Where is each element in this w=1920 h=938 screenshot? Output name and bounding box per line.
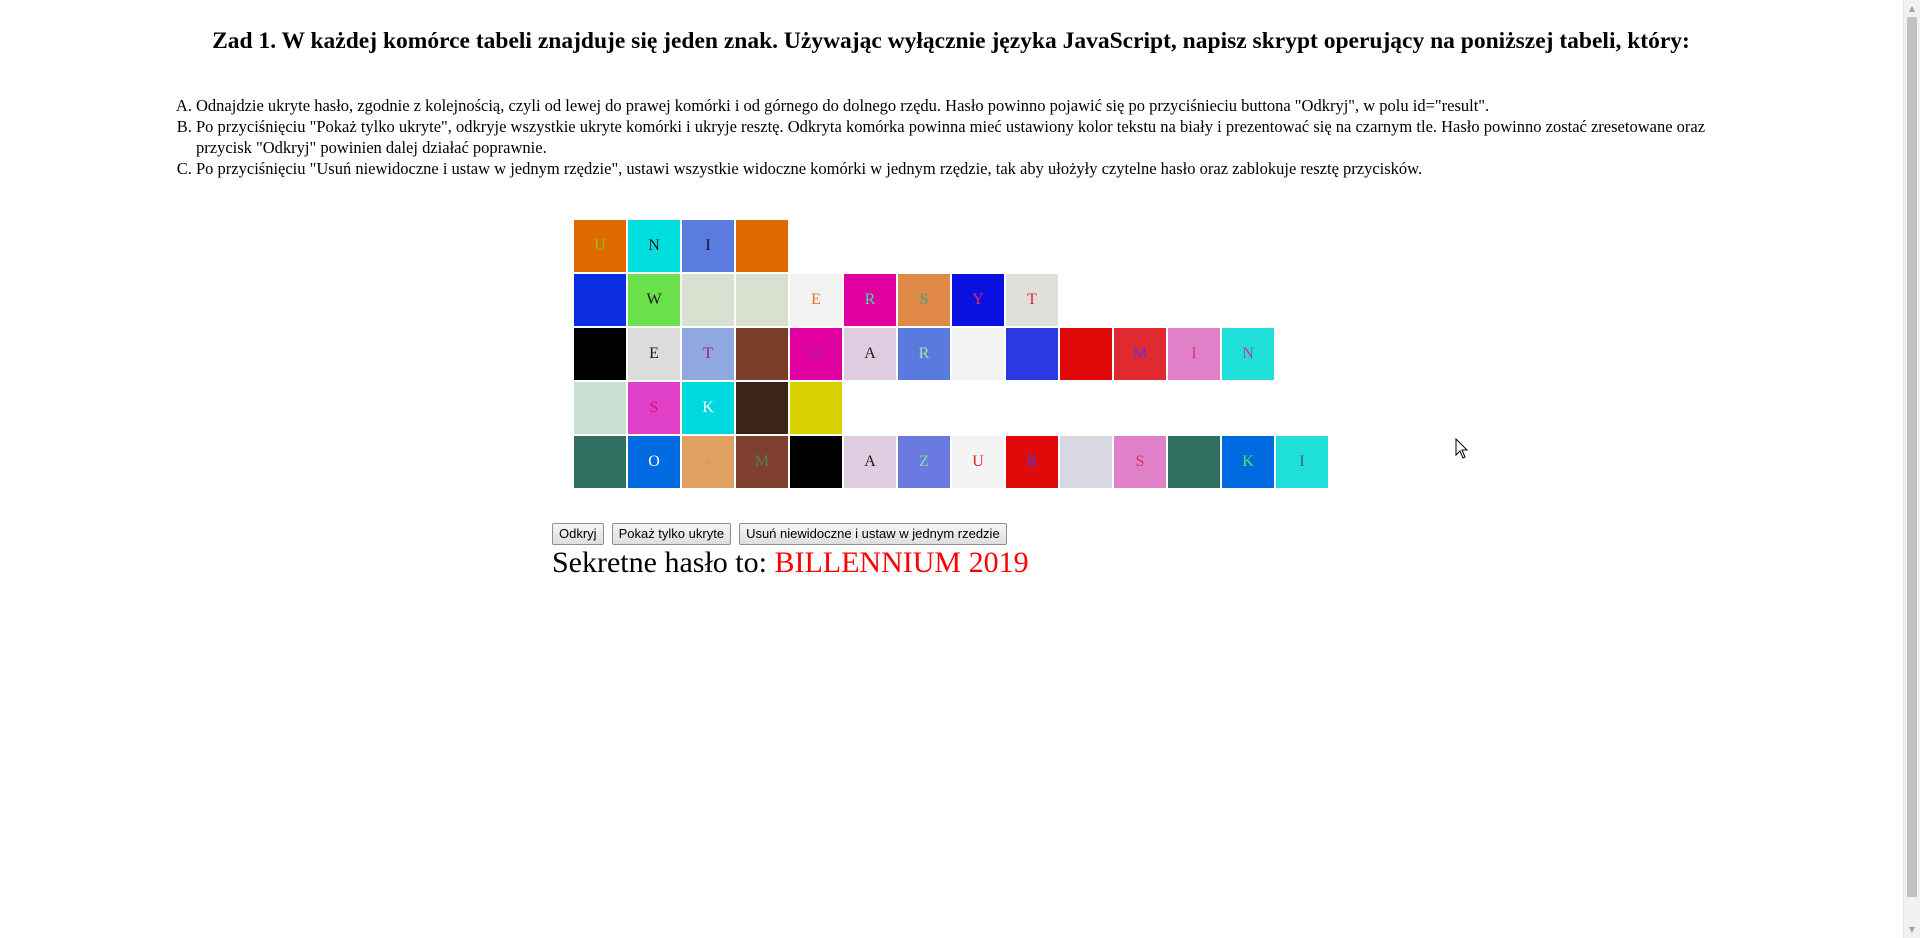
table-cell bbox=[574, 328, 626, 380]
table-cell: W bbox=[790, 328, 842, 380]
table-cell: R bbox=[1006, 436, 1058, 488]
table-cell: M bbox=[736, 436, 788, 488]
remove-invisible-button[interactable]: Usuń niewidoczne i ustaw w jednym rzedzi… bbox=[739, 523, 1007, 545]
result-value: BILLENNIUM 2019 bbox=[774, 546, 1029, 579]
table-cell bbox=[1060, 328, 1112, 380]
table-cell: E bbox=[790, 274, 842, 326]
table-cell: - bbox=[682, 436, 734, 488]
table-cell bbox=[574, 436, 626, 488]
table-cell: U bbox=[952, 436, 1004, 488]
table-row: O-M AZUR S KI bbox=[574, 436, 1330, 488]
table-cell: W bbox=[628, 274, 680, 326]
instruction-a: Odnajdzie ukryte hasło, zgodnie z kolejn… bbox=[196, 95, 1716, 116]
vertical-scrollbar[interactable]: ▲ ▼ bbox=[1903, 0, 1920, 938]
table-row: UNI bbox=[574, 220, 1330, 272]
table-cell: M bbox=[1114, 328, 1166, 380]
table-cell: I bbox=[682, 220, 734, 272]
result-line: Sekretne hasło to: BILLENNIUM 2019 bbox=[552, 545, 1029, 581]
table-cell: A bbox=[844, 328, 896, 380]
table-cell: I bbox=[1168, 328, 1220, 380]
table-cell: S bbox=[1114, 436, 1166, 488]
page: Zad 1. W każdej komórce tabeli znajduje … bbox=[0, 0, 1920, 938]
table-cell: R bbox=[898, 328, 950, 380]
mouse-cursor-icon bbox=[1455, 437, 1469, 465]
table-cell bbox=[574, 274, 626, 326]
instructions-list: Odnajdzie ukryte hasło, zgodnie z kolejn… bbox=[152, 95, 1716, 179]
table-cell bbox=[952, 328, 1004, 380]
scroll-thumb[interactable] bbox=[1907, 17, 1917, 897]
reveal-button[interactable]: Odkryj bbox=[552, 523, 604, 545]
table-cell bbox=[736, 274, 788, 326]
table-cell: Z bbox=[898, 436, 950, 488]
table-cell: S bbox=[898, 274, 950, 326]
table-cell: N bbox=[628, 220, 680, 272]
table-cell: S bbox=[628, 382, 680, 434]
task-heading: Zad 1. W każdej komórce tabeli znajduje … bbox=[212, 28, 1690, 54]
scroll-down-icon[interactable]: ▼ bbox=[1904, 921, 1920, 938]
table-cell: K bbox=[682, 382, 734, 434]
instruction-b: Po przyciśnięciu "Pokaż tylko ukryte", o… bbox=[196, 116, 1716, 158]
table-cell bbox=[736, 382, 788, 434]
result-prefix: Sekretne hasło to: bbox=[552, 546, 775, 579]
table-cell: I bbox=[1276, 436, 1328, 488]
character-table: UNIWERSYTETWARMINSKO-MAZURSKI bbox=[574, 220, 1330, 490]
table-cell bbox=[790, 382, 842, 434]
table-cell bbox=[1060, 436, 1112, 488]
table-cell bbox=[682, 274, 734, 326]
table-cell: N bbox=[1222, 328, 1274, 380]
table-cell: U bbox=[574, 220, 626, 272]
table-cell: R bbox=[844, 274, 896, 326]
scroll-up-icon[interactable]: ▲ bbox=[1904, 0, 1920, 17]
table-cell: A bbox=[844, 436, 896, 488]
table-cell bbox=[736, 328, 788, 380]
table-cell bbox=[574, 382, 626, 434]
table-cell: E bbox=[628, 328, 680, 380]
table-cell: K bbox=[1222, 436, 1274, 488]
table-cell: O bbox=[628, 436, 680, 488]
table-cell bbox=[1006, 328, 1058, 380]
show-hidden-button[interactable]: Pokaż tylko ukryte bbox=[611, 523, 732, 545]
table-row: ET WAR MIN bbox=[574, 328, 1330, 380]
table-cell bbox=[1168, 436, 1220, 488]
table-cell: T bbox=[682, 328, 734, 380]
table-row: W ERSYT bbox=[574, 274, 1330, 326]
table-cell: T bbox=[1006, 274, 1058, 326]
table-cell bbox=[790, 436, 842, 488]
table-row: SK bbox=[574, 382, 1330, 434]
table-cell bbox=[736, 220, 788, 272]
button-bar: Odkryj Pokaż tylko ukryte Usuń niewidocz… bbox=[552, 523, 1007, 545]
instruction-c: Po przyciśnięciu "Usuń niewidoczne i ust… bbox=[196, 158, 1716, 179]
table-cell: Y bbox=[952, 274, 1004, 326]
